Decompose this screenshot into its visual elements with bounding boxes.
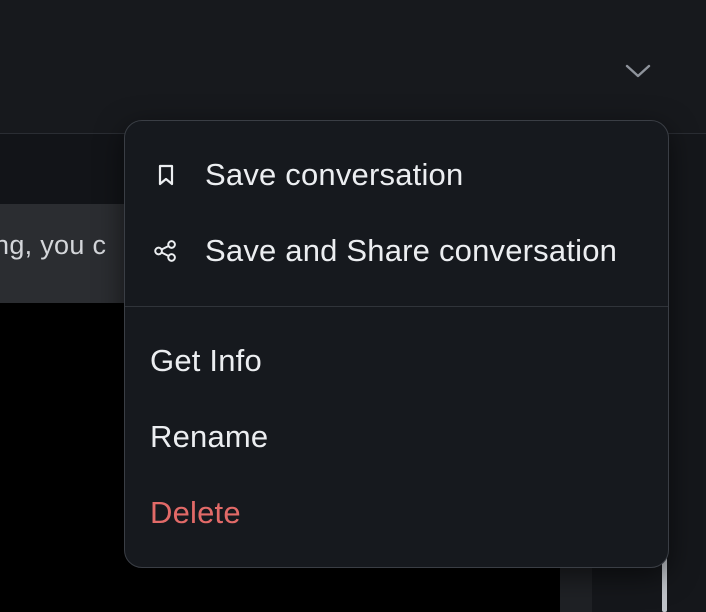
share-icon <box>153 238 179 264</box>
get-info-label: Get Info <box>150 343 262 378</box>
save-share-conversation-label: Save and Share conversation <box>205 233 618 268</box>
chevron-down-icon[interactable] <box>620 56 656 86</box>
rename-item[interactable]: Rename <box>125 407 668 467</box>
header-bar <box>0 0 706 134</box>
save-conversation-item[interactable]: Save conversation <box>125 145 668 205</box>
delete-item[interactable]: Delete <box>125 483 668 543</box>
get-info-item[interactable]: Get Info <box>125 331 668 391</box>
delete-label: Delete <box>150 495 241 530</box>
save-conversation-label: Save conversation <box>205 157 464 192</box>
bookmark-icon <box>153 162 179 188</box>
save-share-conversation-item[interactable]: Save and Share conversation <box>125 221 668 281</box>
rename-label: Rename <box>150 419 269 454</box>
context-menu: Save conversation Save and Share convers… <box>124 120 669 568</box>
menu-divider <box>125 306 668 307</box>
